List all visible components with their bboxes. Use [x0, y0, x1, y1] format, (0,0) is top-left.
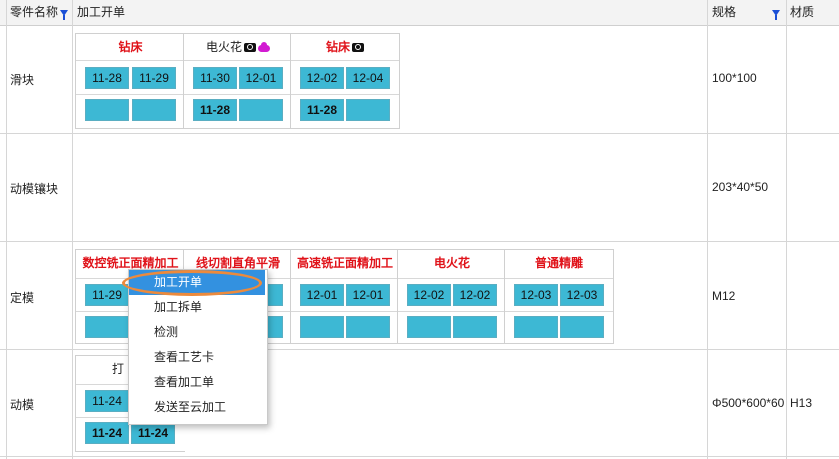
row-divider [0, 349, 839, 350]
task-box[interactable] [453, 316, 497, 338]
task-box[interactable] [300, 316, 344, 338]
task-box[interactable] [346, 316, 390, 338]
task-date-box[interactable]: 11-28 [193, 99, 237, 121]
task-date-box[interactable]: 11-28 [300, 99, 344, 121]
task-box[interactable] [85, 316, 129, 338]
part-name: 滑块 [10, 73, 35, 87]
header-spec[interactable]: 规格 [712, 0, 736, 25]
process-group: 电火花 11-30 12-01 11-28 [183, 33, 293, 129]
menu-item-split-order[interactable]: 加工拆单 [129, 295, 265, 320]
column-divider [786, 0, 787, 459]
table-header: 零件名称 加工开单 规格 材质 [0, 0, 839, 26]
task-date-box[interactable]: 12-01 [346, 284, 390, 306]
task-date-box[interactable]: 11-24 [85, 422, 129, 444]
material-value: H13 [790, 396, 813, 410]
task-box[interactable] [239, 99, 283, 121]
header-part-name[interactable]: 零件名称 [10, 0, 58, 25]
menu-item-inspect[interactable]: 检测 [129, 320, 265, 345]
task-date-box[interactable]: 12-01 [239, 67, 283, 89]
process-title: 电火花 [184, 34, 292, 60]
task-box[interactable] [407, 316, 451, 338]
task-date-box[interactable]: 12-01 [300, 284, 344, 306]
process-title: 钻床 [118, 40, 143, 54]
task-date-box[interactable]: 11-29 [132, 67, 176, 89]
task-date-box[interactable]: 11-30 [193, 67, 237, 89]
process-group: 电火花 12-02 12-02 [397, 249, 507, 344]
menu-item-view-work-order[interactable]: 查看加工单 [129, 370, 265, 395]
task-date-box[interactable]: 12-02 [300, 67, 344, 89]
process-group: 普通精雕 12-03 12-03 [504, 249, 614, 344]
menu-item-view-process-card[interactable]: 查看工艺卡 [129, 345, 265, 370]
row-divider [0, 241, 839, 242]
task-date-box[interactable]: 12-03 [560, 284, 604, 306]
spec-value: Φ500*600*60 [712, 396, 785, 410]
process-title-text: 电火花 [205, 40, 242, 54]
context-menu: 加工开单 加工拆单 检测 查看工艺卡 查看加工单 发送至云加工 [128, 269, 268, 425]
camera-icon[interactable] [244, 43, 256, 52]
cloud-icon[interactable] [258, 42, 270, 52]
filter-icon[interactable] [60, 0, 68, 25]
task-box[interactable] [560, 316, 604, 338]
menu-item-open-order[interactable]: 加工开单 [129, 270, 265, 295]
part-name: 定模 [10, 291, 35, 305]
spec-value: 100*100 [712, 71, 757, 85]
filter-icon[interactable] [772, 0, 780, 25]
part-name: 动模镶块 [10, 182, 59, 196]
task-date-box[interactable]: 12-02 [453, 284, 497, 306]
spec-value: 203*40*50 [712, 180, 769, 194]
task-date-box[interactable]: 12-02 [407, 284, 451, 306]
spec-value: M12 [712, 289, 736, 303]
task-box[interactable] [132, 99, 176, 121]
task-date-box[interactable]: 11-29 [85, 284, 129, 306]
process-title: 钻床 [291, 34, 399, 60]
task-date-box[interactable]: 11-24 [85, 390, 129, 412]
task-box[interactable] [346, 99, 390, 121]
task-box[interactable] [85, 99, 129, 121]
process-group: 钻床 12-02 12-04 11-28 [290, 33, 400, 129]
part-name: 动模 [10, 398, 35, 412]
menu-item-send-to-cloud[interactable]: 发送至云加工 [129, 395, 265, 420]
process-title: 高速铣正面精加工 [296, 256, 393, 270]
column-divider [6, 0, 7, 459]
process-title: 普通精雕 [534, 256, 583, 270]
task-date-box[interactable]: 12-03 [514, 284, 558, 306]
row-divider [0, 133, 839, 134]
header-material[interactable]: 材质 [790, 0, 814, 25]
task-box[interactable] [514, 316, 558, 338]
process-title-text: 钻床 [325, 40, 350, 54]
task-date-box[interactable]: 12-04 [346, 67, 390, 89]
column-divider [707, 0, 708, 459]
task-date-box[interactable]: 11-28 [85, 67, 129, 89]
header-order[interactable]: 加工开单 [77, 0, 125, 25]
process-group: 钻床 11-28 11-29 [75, 33, 186, 129]
process-title: 电火花 [433, 256, 470, 270]
column-divider [72, 0, 73, 459]
camera-icon[interactable] [352, 43, 364, 52]
row-divider [0, 456, 839, 457]
task-date-box[interactable]: 11-24 [131, 422, 175, 444]
process-group: 高速铣正面精加工 12-01 12-01 [290, 249, 400, 344]
